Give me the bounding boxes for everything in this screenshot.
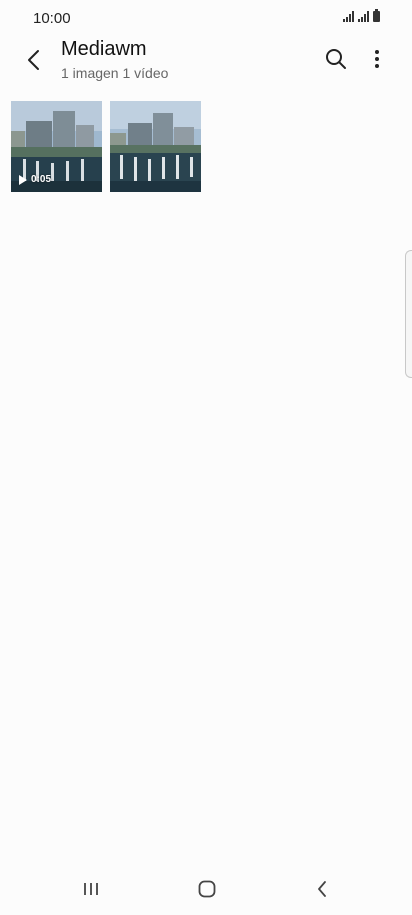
recents-icon bbox=[84, 883, 98, 895]
page-title: Mediawm bbox=[61, 38, 147, 60]
home-icon bbox=[198, 880, 216, 898]
page-subtitle: 1 imagen 1 vídeo bbox=[61, 65, 169, 81]
more-options-button[interactable] bbox=[360, 42, 394, 76]
battery-icon bbox=[373, 9, 380, 22]
more-options-icon bbox=[375, 50, 379, 68]
search-icon bbox=[326, 49, 346, 69]
app-bar: Mediawm 1 imagen 1 vídeo bbox=[0, 34, 412, 88]
search-button[interactable] bbox=[319, 42, 353, 76]
edge-panel-handle[interactable] bbox=[405, 250, 412, 378]
status-icons bbox=[343, 9, 380, 22]
status-bar: 10:00 bbox=[0, 0, 412, 34]
video-duration: 0:05 bbox=[31, 174, 52, 185]
signal-icon-2 bbox=[358, 11, 369, 22]
navigation-bar bbox=[0, 862, 412, 915]
play-icon bbox=[19, 174, 27, 185]
image-thumbnail[interactable] bbox=[110, 101, 201, 192]
harbor-image bbox=[110, 101, 201, 192]
nav-back-button[interactable] bbox=[302, 872, 342, 906]
home-button[interactable] bbox=[187, 872, 227, 906]
status-time: 10:00 bbox=[33, 10, 71, 27]
back-button[interactable] bbox=[16, 42, 52, 78]
back-arrow-icon bbox=[28, 50, 39, 70]
recents-button[interactable] bbox=[71, 872, 111, 906]
video-thumbnail[interactable]: 0:05 bbox=[11, 101, 102, 192]
media-grid: 0:05 bbox=[11, 101, 201, 192]
signal-icon bbox=[343, 11, 354, 22]
back-icon bbox=[318, 881, 326, 897]
video-badge: 0:05 bbox=[19, 174, 51, 185]
